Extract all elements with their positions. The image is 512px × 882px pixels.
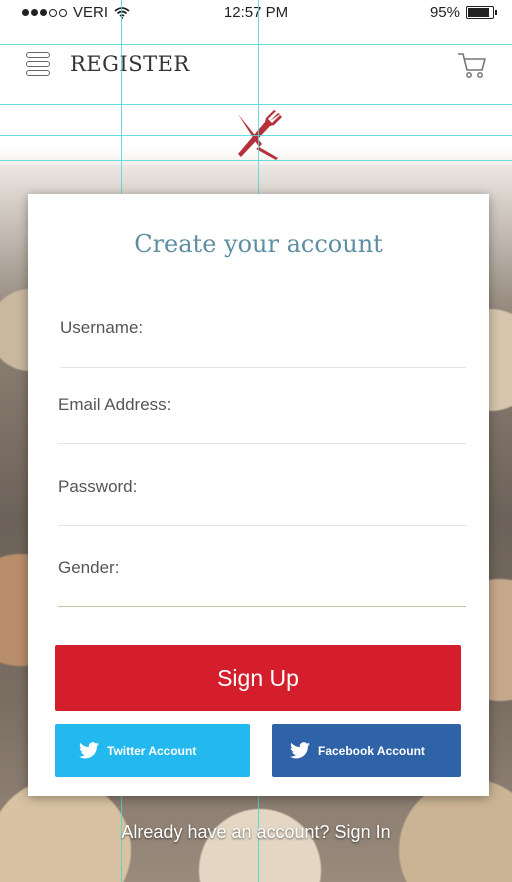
menu-icon[interactable] xyxy=(26,52,50,76)
battery-icon xyxy=(466,6,497,19)
email-field[interactable]: Email Address: xyxy=(58,390,466,444)
twitter-button-label: Twitter Account xyxy=(107,743,197,758)
status-bar: VERI 12:57 PM 95% xyxy=(0,0,512,26)
guide-line xyxy=(0,104,512,105)
password-field[interactable]: Password: xyxy=(58,470,466,526)
card-title: Create your account xyxy=(134,230,383,258)
gender-label: Gender: xyxy=(58,558,120,577)
guide-line xyxy=(0,135,512,136)
gender-field[interactable]: Gender: xyxy=(58,552,466,607)
guide-line xyxy=(0,44,512,45)
register-card: Create your account Username: Email Addr… xyxy=(28,194,489,796)
battery-percent: 95% xyxy=(429,4,460,21)
username-label: Username: xyxy=(60,318,144,337)
password-label: Password: xyxy=(58,477,138,496)
email-label: Email Address: xyxy=(58,395,172,414)
app-header: REGISTER xyxy=(0,44,512,104)
cart-icon[interactable] xyxy=(456,50,488,80)
username-field[interactable]: Username: xyxy=(60,312,466,368)
guide-line xyxy=(0,160,512,161)
twitter-bird-icon xyxy=(290,742,310,759)
facebook-account-button[interactable]: Facebook Account xyxy=(272,724,461,777)
twitter-account-button[interactable]: Twitter Account xyxy=(55,724,250,777)
facebook-button-label: Facebook Account xyxy=(318,743,425,758)
sign-in-link[interactable]: Already have an account? Sign In xyxy=(0,822,512,843)
battery-status: 95% xyxy=(429,4,497,21)
page-title: REGISTER xyxy=(70,52,190,76)
twitter-bird-icon xyxy=(79,742,99,759)
sign-up-button[interactable]: Sign Up xyxy=(55,645,461,711)
